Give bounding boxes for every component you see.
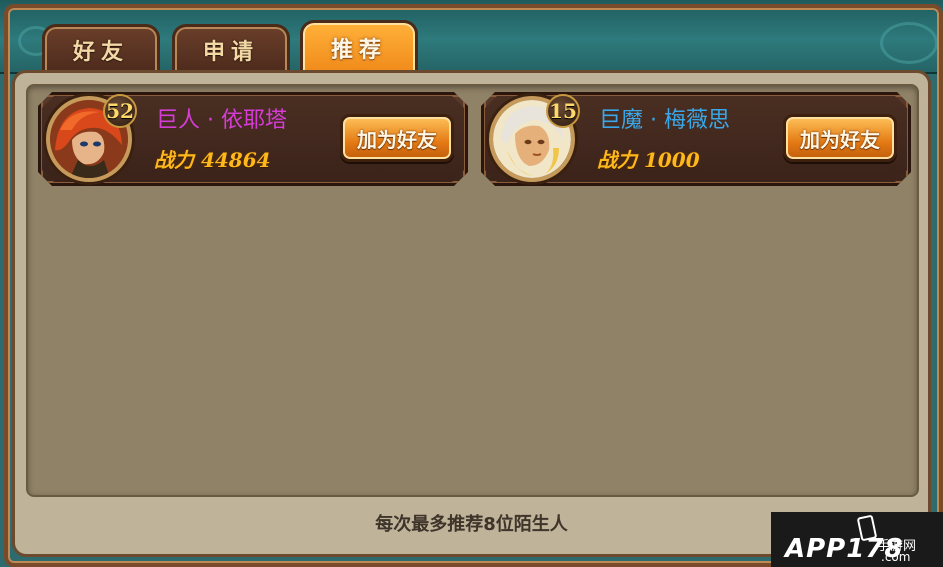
tab-friends-label: 好友 [72,40,129,65]
power-value: 1000 [643,148,700,172]
power-value: 44864 [200,148,271,172]
tab-requests[interactable]: 申请 [172,24,290,73]
recommendation-card: 52 巨人 · 依耶塔 战力 44864 加为好友 [38,92,468,186]
tab-recommend-label: 推荐 [330,38,387,63]
add-friend-button[interactable]: 加为好友 [340,114,454,162]
player-name: 巨人 · 依耶塔 [156,108,287,133]
game-window: 好友 申请 推荐 52 巨人 · 依耶塔 战力 44864 加为好友 15 巨魔… [0,0,943,567]
level-badge: 52 [103,94,137,128]
recommendation-card: 15 巨魔 · 梅薇思 战力 1000 加为好友 [481,92,911,186]
site-watermark: APP178 手游网 .com [771,512,943,567]
level-value: 15 [549,99,577,123]
combat-power: 战力 44864 [154,144,271,173]
level-value: 52 [106,99,134,123]
power-label: 战力 [154,148,194,172]
tab-friends[interactable]: 好友 [42,24,160,73]
tab-requests-label: 申请 [202,40,259,65]
add-friend-label: 加为好友 [357,127,437,152]
tab-recommend[interactable]: 推荐 [300,20,418,73]
watermark-domain: .com [881,550,911,564]
decorative-swirl-icon [880,22,938,64]
combat-power: 战力 1000 [597,144,700,173]
add-friend-button[interactable]: 加为好友 [783,114,897,162]
player-name: 巨魔 · 梅薇思 [599,108,730,133]
power-label: 战力 [597,148,637,172]
add-friend-label: 加为好友 [800,127,880,152]
level-badge: 15 [546,94,580,128]
